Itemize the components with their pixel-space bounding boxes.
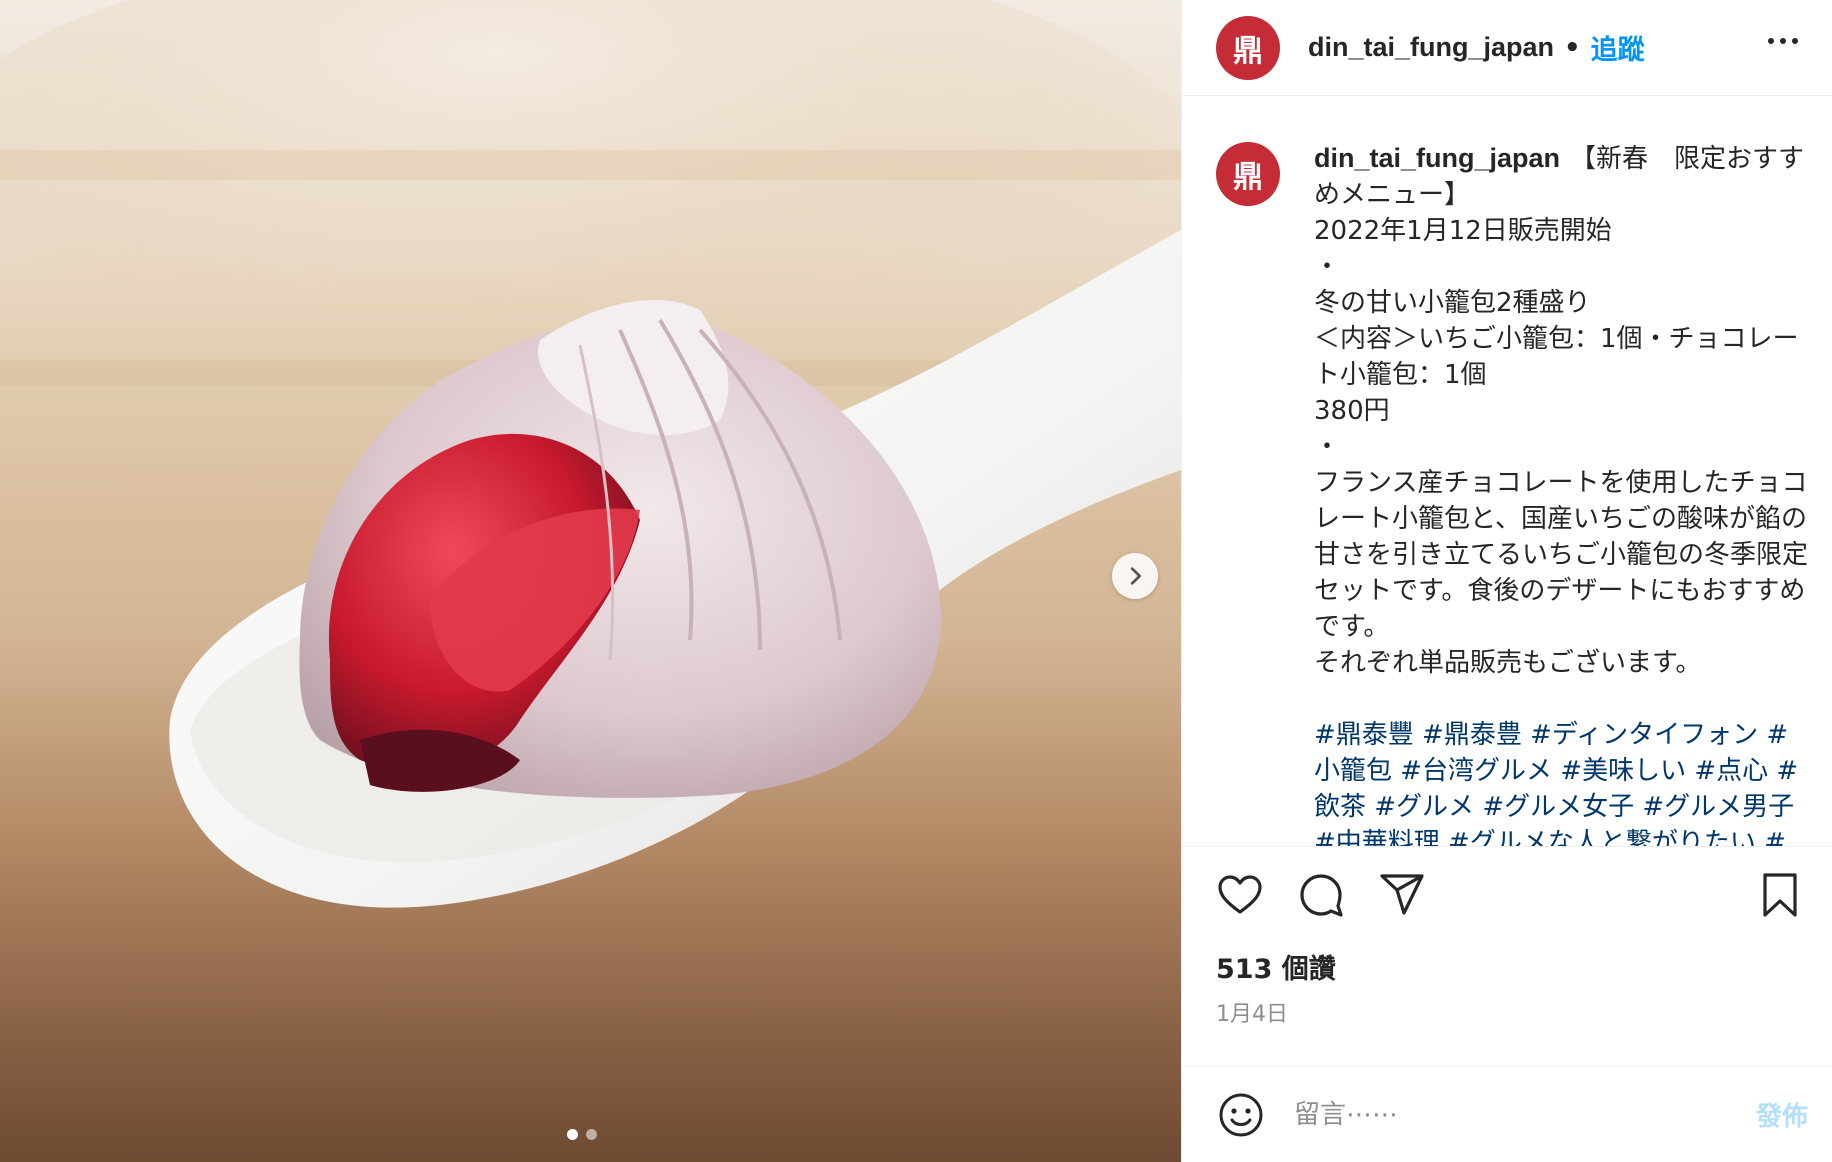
bookmark-icon[interactable] <box>1754 869 1806 921</box>
caption-line: 冬の甘い小籠包2種盛り <box>1314 288 1591 318</box>
paper-plane-icon[interactable] <box>1376 869 1428 921</box>
action-bar <box>1182 846 1832 942</box>
post-date[interactable]: 1月4日 <box>1182 990 1832 1034</box>
post-header: 鼎 din_tai_fung_japan • 追蹤 <box>1182 0 1832 96</box>
header-separator: • <box>1564 32 1581 63</box>
caption-line: 380円 <box>1314 396 1390 426</box>
avatar[interactable]: 鼎 <box>1216 15 1280 80</box>
brand-logo-icon: 鼎 <box>1233 33 1263 69</box>
caption-line: ・ <box>1314 432 1341 462</box>
post-media[interactable] <box>0 0 1181 1162</box>
carousel-indicator <box>567 1129 597 1140</box>
caption-hashtags[interactable]: #鼎泰豐 #鼎泰豊 #ディンタイフォン #小籠包 #台湾グルメ #美味しい #点… <box>1314 717 1812 846</box>
avatar[interactable]: 鼎 <box>1216 142 1280 206</box>
chevron-right-icon <box>1130 567 1141 585</box>
likes-text[interactable]: 513 個讚 <box>1216 947 1336 986</box>
instagram-post-modal: 鼎 din_tai_fung_japan • 追蹤 鼎 din_tai_fung… <box>0 0 1832 1162</box>
comment-icon[interactable] <box>1295 869 1347 921</box>
caption-username[interactable]: din_tai_fung_japan <box>1314 143 1560 173</box>
caption-text: din_tai_fung_japan 【新春 限定おすすめメニュー】 2022年1… <box>1314 140 1812 846</box>
caption-line: フランス産チョコレートを使用したチョコレート小籠包と、国産いちごの酸味が餡の甘さ… <box>1314 468 1809 642</box>
smiley-icon[interactable] <box>1216 1090 1266 1140</box>
more-options-icon[interactable] <box>1764 34 1802 48</box>
caption-scroll-area[interactable]: 鼎 din_tai_fung_japan 【新春 限定おすすめメニュー】 2022… <box>1182 96 1832 846</box>
post-comment-button[interactable]: 發佈 <box>1756 1096 1808 1133</box>
caption-line: ＜内容＞いちご小籠包：1個・チョコレート小籠包：1個 <box>1314 324 1799 390</box>
carousel-dot <box>586 1129 597 1140</box>
comment-input[interactable] <box>1294 1099 1756 1130</box>
header-username[interactable]: din_tai_fung_japan <box>1308 32 1554 63</box>
heart-icon[interactable] <box>1214 869 1266 921</box>
post-date-text[interactable]: 1月4日 <box>1216 996 1288 1028</box>
next-slide-button[interactable] <box>1112 553 1158 599</box>
comment-bar: 發佈 <box>1182 1066 1832 1162</box>
caption-line: ・ <box>1314 252 1341 282</box>
carousel-dot-active <box>567 1129 578 1140</box>
post-sidebar: 鼎 din_tai_fung_japan • 追蹤 鼎 din_tai_fung… <box>1181 0 1832 1162</box>
brand-logo-icon: 鼎 <box>1233 160 1263 195</box>
caption-line: 2022年1月12日販売開始 <box>1314 216 1612 246</box>
likes-count[interactable]: 513 個讚 <box>1182 942 1832 990</box>
post-image <box>0 0 1181 908</box>
caption-line: それぞれ単品販売もございます。 <box>1314 648 1702 678</box>
follow-button[interactable]: 追蹤 <box>1591 28 1645 67</box>
